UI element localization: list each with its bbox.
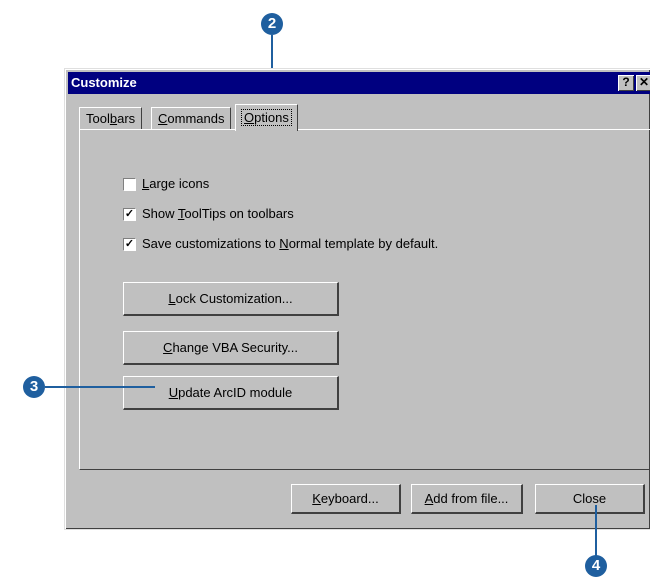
tab-options-label-b: O [244,110,255,125]
large-icons-label: Large icons [142,176,209,192]
save-customizations-checkbox[interactable]: ✓ [123,238,136,251]
arcid-label-b: U [168,385,179,400]
large-icons-checkbox[interactable] [123,178,136,191]
keyboard-label-c: eyboard... [320,491,379,506]
keyboard-label-b: K [312,491,321,506]
large-icons-label-c: arge icons [149,176,210,191]
save-customizations-label-a: Save customizations to [142,236,280,251]
save-customizations-label-c: ormal template by default. [288,236,439,251]
callout-4-line [595,505,597,556]
tab-options-focus: Options [241,109,292,126]
vba-label-c: hange VBA Security... [172,340,298,355]
tab-toolbars-label-b: b [109,111,118,126]
tooltips-checkbox[interactable]: ✓ [123,208,136,221]
lock-label-c: ock Customization... [175,291,293,306]
window-title: Customize [71,75,137,90]
change-vba-security-button[interactable]: Change VBA Security... [123,331,339,365]
keyboard-button[interactable]: Keyboard... [291,484,401,514]
close-button[interactable]: Close [535,484,645,514]
tab-commands-label-c: ommands [167,111,225,126]
tooltips-label: Show ToolTips on toolbars [142,206,294,222]
arcid-label-c: pdate ArcID module [178,385,293,400]
add-file-label-b: A [424,491,434,506]
help-icon[interactable]: ? [618,75,634,91]
tab-commands-label-b: C [158,111,168,126]
tab-options-label-c: ptions [254,110,289,125]
close-button-label: Close [572,491,607,506]
callout-3: 3 [23,376,45,398]
update-arcid-button[interactable]: Update ArcID module [123,376,339,410]
callout-2: 2 [261,13,283,35]
close-icon[interactable]: ✕ [636,75,650,91]
title-bar: Customize ? ✕ [68,72,650,94]
save-customizations-label: Save customizations to Normal template b… [142,236,438,252]
save-customizations-label-b: N [279,236,289,251]
tooltips-label-c: oolTips on toolbars [184,206,294,221]
tab-toolbars-label-a: Tool [86,111,110,126]
callout-4: 4 [585,555,607,577]
tab-commands[interactable]: Commands [151,107,232,129]
tooltips-label-a: Show [142,206,178,221]
lock-label-b: L [168,291,176,306]
tab-toolbars[interactable]: Toolbars [79,107,143,129]
lock-customization-button[interactable]: Lock Customization... [123,282,339,316]
tab-toolbars-label-c: ars [117,111,136,126]
tab-options[interactable]: Options [235,104,298,131]
callout-3-line [45,386,155,388]
add-from-file-button[interactable]: Add from file... [411,484,523,514]
add-file-label-c: dd from file... [433,491,509,506]
customize-dialog: Customize ? ✕ Toolbars Commands Options … [64,68,650,530]
